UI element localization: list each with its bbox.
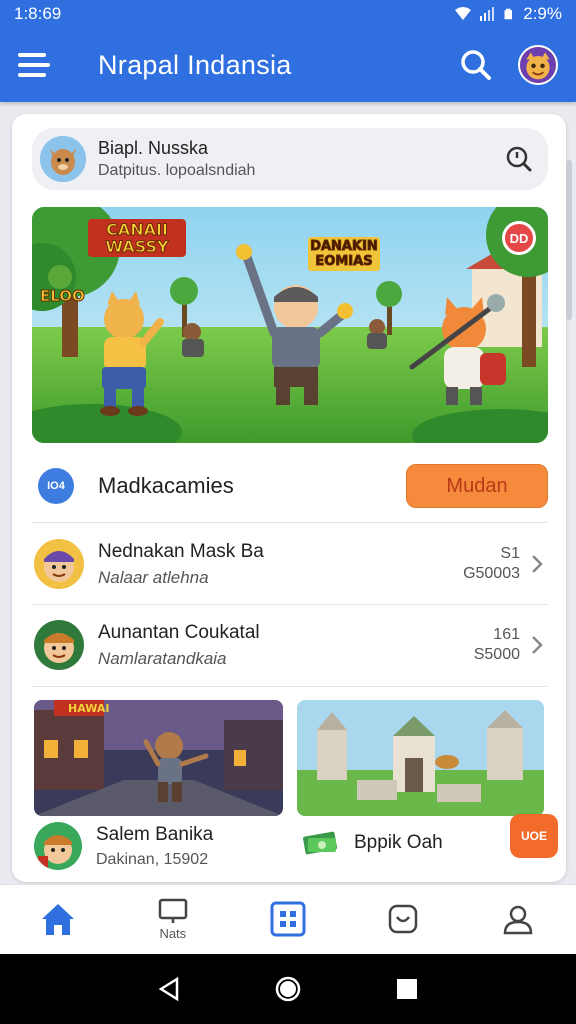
thumbnail-caption: Bppik Oah	[300, 826, 443, 860]
list-item-meta-bottom: G50003	[463, 565, 520, 582]
thumbnail-caption: Salem Banika Dakinan, 15902	[34, 822, 213, 870]
divider	[32, 686, 548, 687]
nav-grid[interactable]	[230, 885, 345, 954]
list-item-title: Nednakan Mask Ba	[98, 540, 264, 562]
hero-sign-right: DANAKIN EOMIAS	[308, 237, 380, 271]
nav-label: Nats	[159, 926, 187, 941]
top-profile-title: Biapl. Nusska	[98, 138, 209, 158]
hero-badge[interactable]: DD	[502, 221, 536, 255]
nav-home[interactable]	[0, 885, 115, 954]
caption-title: Salem Banika	[96, 823, 214, 845]
section-chat-icon: IO4	[38, 468, 74, 504]
search-icon[interactable]	[456, 45, 496, 85]
divider	[32, 522, 548, 523]
hero-banner[interactable]: CANAII WASSY DANAKIN EOMIAS ELOO DD	[32, 207, 548, 443]
user-icon	[504, 905, 533, 934]
corner-badge[interactable]: UOE	[510, 814, 558, 858]
home-button[interactable]	[273, 974, 303, 1004]
thumbnail-monument-scene[interactable]	[297, 700, 544, 816]
search-history-icon[interactable]	[504, 144, 534, 174]
list-item-meta-top: S1	[500, 545, 520, 562]
battery-icon	[504, 8, 513, 20]
monitor-icon	[158, 898, 188, 923]
list-item-avatar	[34, 539, 84, 589]
hero-sign-small: ELOO	[40, 287, 86, 306]
list-item-subtitle: Namlaratandkaia	[98, 648, 227, 668]
section-action-button[interactable]: Mudan	[406, 464, 548, 508]
content-card: Biapl. Nusska Datpitus. lopoalsndiah CAN…	[12, 114, 566, 882]
back-triangle-icon	[158, 976, 179, 1002]
list-item-subtitle: Nalaar atlehna	[98, 567, 209, 587]
recents-square-icon	[396, 979, 417, 999]
section-title: Madkacamies	[98, 473, 234, 498]
chat-bubble-icon	[388, 904, 418, 933]
street-scene-illustration	[34, 700, 283, 816]
home-circle-icon	[275, 976, 301, 1002]
thumbnail-street-scene[interactable]: HAWAI	[34, 700, 283, 816]
top-profile-subtitle: Datpitus. lopoalsndiah	[98, 162, 256, 179]
scrollbar[interactable]	[566, 160, 572, 320]
cash-icon	[302, 831, 338, 855]
status-time: 1:8:69	[14, 4, 62, 23]
top-profile-bar[interactable]: Biapl. Nusska Datpitus. lopoalsndiah	[32, 128, 548, 190]
thumbnail-sign: HAWAI	[68, 702, 110, 715]
app-bar: Nrapal Indansia	[0, 28, 576, 102]
signal-icon	[480, 7, 495, 21]
hero-sign-left: CANAII WASSY	[88, 219, 186, 257]
chevron-right-icon	[532, 555, 543, 573]
recents-button[interactable]	[392, 974, 422, 1004]
system-nav-bar	[0, 954, 576, 1024]
chevron-right-icon	[532, 636, 543, 654]
status-bar: 1:8:69 2:9%	[0, 0, 576, 28]
section-header: IO4 Madkacamies Mudan	[32, 460, 548, 512]
list-item[interactable]: Aunantan Coukatal Namlaratandkaia 161 S5…	[32, 605, 548, 685]
wifi-icon	[455, 7, 472, 20]
nav-chat[interactable]	[346, 885, 461, 954]
nav-profile[interactable]	[461, 885, 576, 954]
list-item-title: Aunantan Coukatal	[98, 621, 260, 643]
top-profile-avatar	[40, 136, 86, 182]
list-item-meta-bottom: S5000	[473, 646, 520, 663]
nav-news[interactable]: Nats	[115, 885, 230, 954]
caption-title: Bppik Oah	[354, 832, 443, 853]
monument-scene-illustration	[297, 700, 544, 816]
app-title: Nrapal Indansia	[98, 49, 292, 80]
list-item[interactable]: Nednakan Mask Ba Nalaar atlehna S1 G5000…	[32, 524, 548, 604]
list-item-avatar	[34, 620, 84, 670]
profile-avatar[interactable]	[518, 45, 558, 85]
caption-avatar	[34, 822, 82, 870]
grid-icon	[270, 901, 306, 936]
menu-icon[interactable]	[18, 47, 54, 83]
back-button[interactable]	[154, 974, 184, 1004]
home-icon	[41, 903, 74, 935]
list-item-meta-top: 161	[493, 626, 520, 643]
caption-subtitle: Dakinan, 15902	[96, 850, 209, 868]
battery-percent: 2:9%	[523, 4, 562, 23]
bottom-nav: Nats	[0, 884, 576, 954]
